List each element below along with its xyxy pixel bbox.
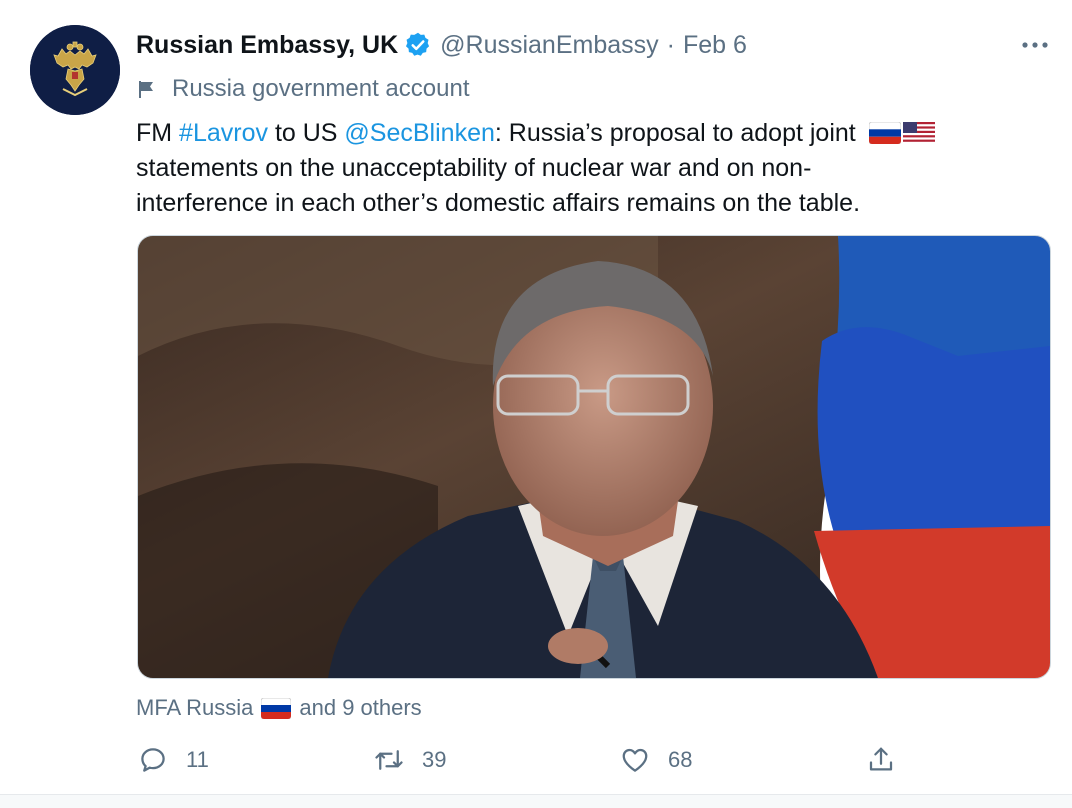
header-separator: · — [666, 30, 675, 59]
author-display-name[interactable]: Russian Embassy, UK — [136, 31, 398, 60]
double-headed-eagle-emblem-icon — [30, 25, 120, 115]
tweet-photo[interactable] — [137, 235, 1051, 679]
flag-icon — [139, 81, 153, 98]
like-button[interactable]: 68 — [620, 738, 692, 782]
more-options-icon[interactable] — [1018, 30, 1052, 60]
tweet-header: Russian Embassy, UK @RussianEmbassy · Fe… — [136, 28, 747, 62]
government-account-label[interactable]: Russia government account — [136, 74, 470, 104]
text-segment: FM — [136, 119, 180, 147]
us-flag-icon — [902, 122, 935, 144]
tweet-card[interactable]: Russian Embassy, UK @RussianEmbassy · Fe… — [0, 0, 1072, 795]
reply-count: 11 — [186, 747, 209, 772]
tweet-text-line-3: interference in each other’s domestic af… — [136, 189, 861, 217]
reply-icon — [141, 748, 165, 772]
retweet-button[interactable]: 39 — [374, 738, 446, 782]
like-count: 68 — [668, 747, 693, 772]
hashtag-link[interactable]: #Lavrov — [179, 119, 268, 147]
liked-by-others[interactable]: and 9 others — [299, 695, 421, 721]
heart-icon — [622, 748, 648, 772]
russia-flag-icon — [868, 122, 901, 144]
tweet-text-line-1: FM #Lavrov to US @SecBlinken: Russia’s p… — [136, 116, 1036, 151]
retweet-icon — [375, 750, 403, 770]
tweet-text-line-2: statements on the unacceptability of nuc… — [136, 154, 812, 182]
author-handle[interactable]: @RussianEmbassy — [440, 31, 659, 60]
government-account-text: Russia government account — [172, 75, 470, 102]
share-icon — [869, 747, 893, 771]
liked-by-name[interactable]: MFA Russia — [136, 695, 253, 721]
retweet-count: 39 — [422, 747, 447, 772]
reply-button[interactable]: 11 — [138, 738, 209, 782]
timeline-divider — [0, 795, 1072, 808]
text-segment: to US — [268, 119, 345, 147]
russia-flag-icon — [261, 697, 292, 719]
tweet-actions: 11 39 68 — [0, 738, 1072, 782]
verified-badge-icon — [406, 32, 430, 56]
tweet-date[interactable]: Feb 6 — [683, 31, 747, 60]
photo-man-with-flag — [138, 236, 1050, 678]
liked-by-summary[interactable]: MFA Russia and 9 others — [136, 693, 422, 723]
mention-link[interactable]: @SecBlinken — [344, 119, 494, 147]
author-avatar[interactable] — [30, 25, 120, 115]
tweet-text: FM #Lavrov to US @SecBlinken: Russia’s p… — [136, 116, 1036, 221]
text-segment: : Russia’s proposal to adopt joint — [494, 119, 856, 147]
share-button[interactable] — [866, 738, 896, 782]
